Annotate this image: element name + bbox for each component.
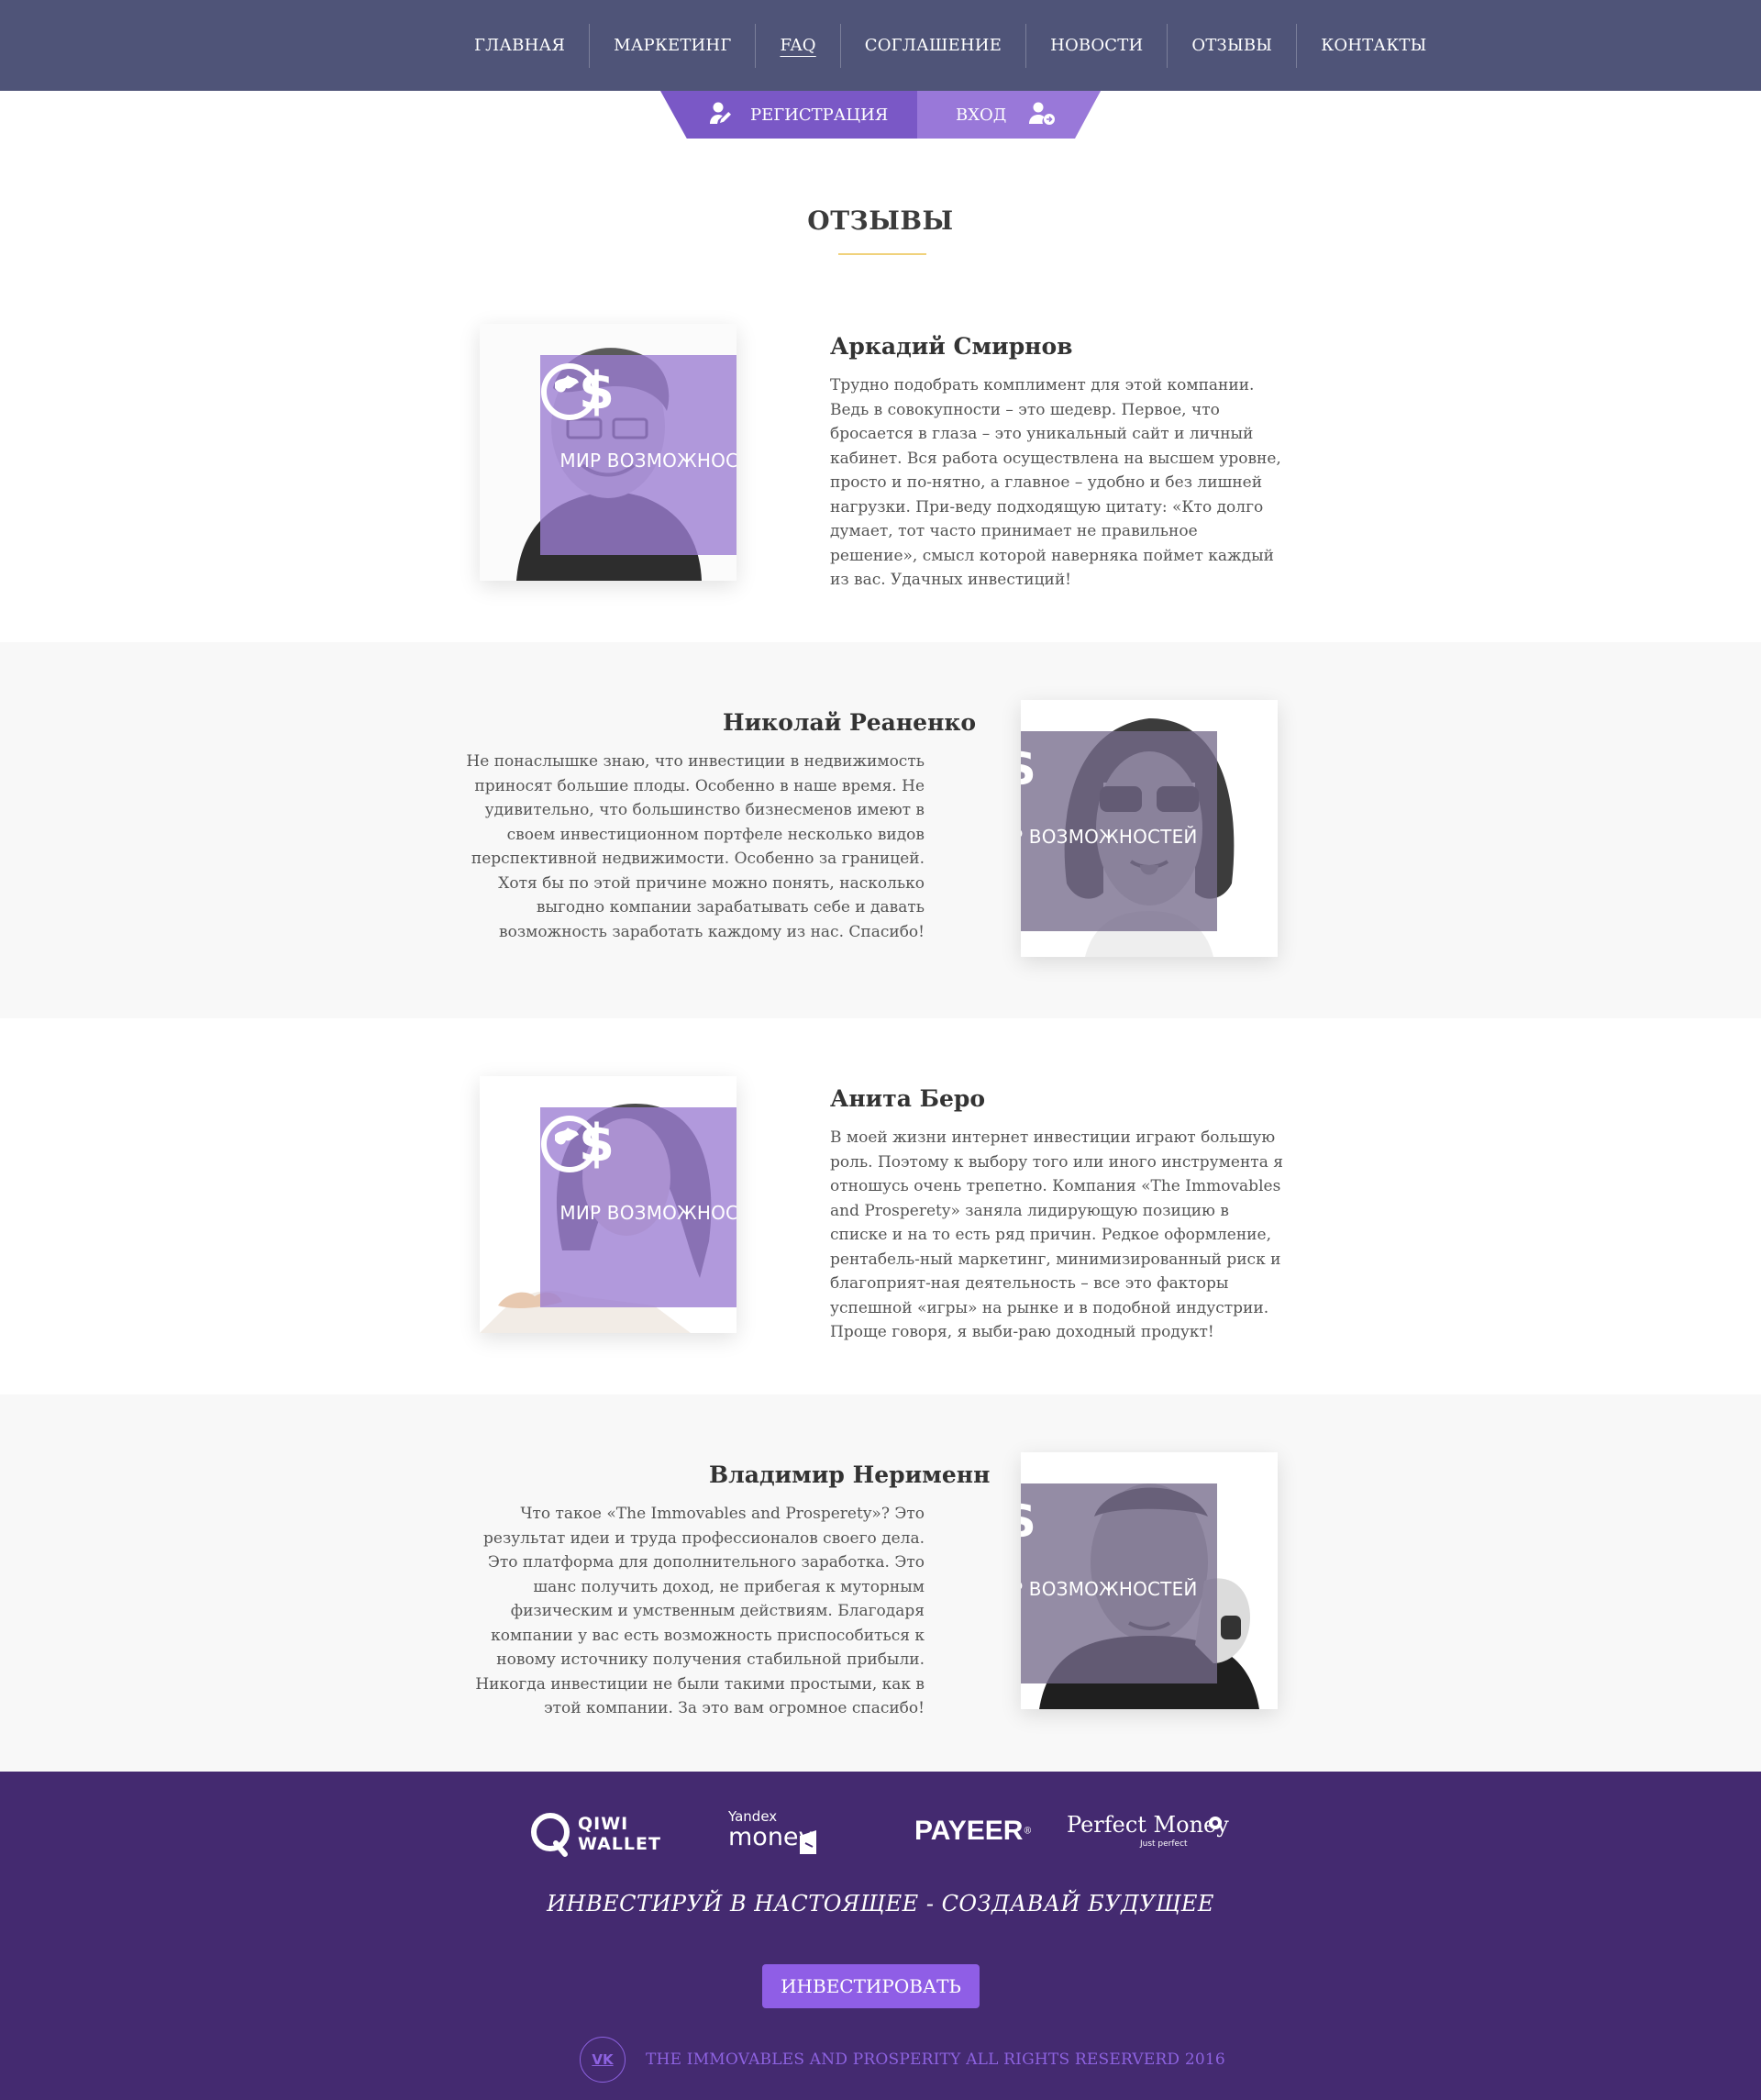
nav-item-faq: FAQ xyxy=(756,0,839,91)
payeer-logo: PAYEER® xyxy=(914,1816,1032,1847)
title-underline xyxy=(838,253,926,255)
payeer-mark: ® xyxy=(1023,1826,1033,1837)
brand-overlay: $ МИР ВОЗМОЖНОСТЕЙ xyxy=(1021,731,1217,931)
brand-overlay: $ МИР ВОЗМОЖНОСТЕЙ xyxy=(540,1107,737,1307)
review-section-3: $ МИР ВОЗМОЖНОСТЕЙ Анита Беро В моей жиз… xyxy=(0,1018,1761,1394)
footer-slogan: ИНВЕСТИРУЙ В НАСТОЯЩЕЕ - СОЗДАВАЙ БУДУЩЕ… xyxy=(547,1891,1214,1917)
nav-item-home: ГЛАВНАЯ xyxy=(450,0,589,91)
nav-link-reviews[interactable]: ОТЗЫВЫ xyxy=(1168,36,1296,55)
brand-overlay: $ МИР ВОЗМОЖНОСТЕЙ xyxy=(540,355,737,555)
review-text: Трудно подобрать комплимент для этой ком… xyxy=(830,376,1281,589)
perfect-money-text: Perfect Money xyxy=(1067,1812,1229,1838)
user-login-icon xyxy=(1028,100,1056,130)
nav-item-agreement: СОГЛАШЕНИЕ xyxy=(841,0,1025,91)
reviewer-name: Николай Реаненко xyxy=(723,709,977,736)
brand-overlay: $ МИР ВОЗМОЖНОСТЕЙ xyxy=(1021,1483,1217,1683)
login-label: ВХОД xyxy=(956,105,1007,125)
brand-overlay-label: МИР ВОЗМОЖНОСТЕЙ xyxy=(1021,826,1198,848)
svg-text:$: $ xyxy=(579,361,612,421)
brand-overlay-label: МИР ВОЗМОЖНОСТЕЙ xyxy=(1021,1578,1198,1600)
top-navigation: ГЛАВНАЯ МАРКЕТИНГ FAQ СОГЛАШЕНИЕ НОВОСТИ… xyxy=(0,0,1761,91)
vk-icon[interactable]: VK xyxy=(580,2037,626,2083)
nav-link-marketing[interactable]: МАРКЕТИНГ xyxy=(590,36,755,55)
review-text: В моей жизни интернет инвестиции играют … xyxy=(830,1128,1283,1341)
reviewer-name: Анита Беро xyxy=(830,1085,986,1112)
perfect-money-logo: Perfect Money Just perfect xyxy=(1067,1812,1232,1849)
footer: QIWI WALLET Yandex money PAYEER® Perfect… xyxy=(0,1772,1761,2100)
nav-item-reviews: ОТЗЫВЫ xyxy=(1168,0,1296,91)
nav-link-news[interactable]: НОВОСТИ xyxy=(1026,36,1167,55)
nav-list: ГЛАВНАЯ МАРКЕТИНГ FAQ СОГЛАШЕНИЕ НОВОСТИ… xyxy=(450,0,1451,91)
payeer-text: PAYEER xyxy=(914,1816,1024,1846)
perfect-money-tagline: Just perfect xyxy=(1140,1839,1188,1849)
review-section-2: $ МИР ВОЗМОЖНОСТЕЙ Николай Реаненко Не п… xyxy=(0,642,1761,1018)
yandex-money-logo: Yandex money xyxy=(728,1808,829,1860)
nav-item-news: НОВОСТИ xyxy=(1026,0,1167,91)
review-text: Не понаслышке знаю, что инвестиции в нед… xyxy=(466,752,925,941)
nav-link-home[interactable]: ГЛАВНАЯ xyxy=(450,36,589,55)
brand-overlay-label: МИР ВОЗМОЖНОСТЕЙ xyxy=(559,450,737,472)
review-photo-3: $ МИР ВОЗМОЖНОСТЕЙ xyxy=(480,1076,737,1333)
svg-text:$: $ xyxy=(579,1114,612,1173)
review-section-4: $ МИР ВОЗМОЖНОСТЕЙ Владимир Нерименн Что… xyxy=(0,1394,1761,1772)
login-button[interactable]: ВХОД xyxy=(956,91,1056,139)
auth-tab: РЕГИСТРАЦИЯ ВХОД xyxy=(660,91,1101,139)
copyright-text: THE IMMOVABLES AND PROSPERITY ALL RIGHTS… xyxy=(646,2050,1225,2069)
perfect-money-badge-icon xyxy=(1208,1816,1223,1834)
review-photo-1: $ МИР ВОЗМОЖНОСТЕЙ xyxy=(480,324,737,581)
page-title: ОТЗЫВЫ xyxy=(807,206,954,236)
register-label: РЕГИСТРАЦИЯ xyxy=(750,105,889,125)
register-button[interactable]: РЕГИСТРАЦИЯ xyxy=(708,91,888,139)
user-edit-icon xyxy=(708,100,734,130)
svg-text:$: $ xyxy=(1021,738,1034,797)
nav-link-faq[interactable]: FAQ xyxy=(756,36,839,55)
nav-item-marketing: МАРКЕТИНГ xyxy=(590,0,755,91)
nav-link-contacts[interactable]: КОНТАКТЫ xyxy=(1297,36,1450,55)
qiwi-line2: WALLET xyxy=(578,1834,661,1854)
nav-item-contacts: КОНТАКТЫ xyxy=(1297,0,1450,91)
footer-copyright-row: VK THE IMMOVABLES AND PROSPERITY ALL RIG… xyxy=(580,2037,1225,2083)
wallet-icon xyxy=(798,1830,820,1858)
reviewer-name: Владимир Нерименн xyxy=(709,1461,991,1488)
nav-link-agreement[interactable]: СОГЛАШЕНИЕ xyxy=(841,36,1025,55)
svg-text:$: $ xyxy=(1021,1490,1034,1550)
reviewer-name: Аркадий Смирнов xyxy=(830,333,1073,360)
review-photo-2: $ МИР ВОЗМОЖНОСТЕЙ xyxy=(1021,700,1278,957)
qiwi-line1: QIWI xyxy=(578,1814,629,1834)
review-text: Что такое «The Immovables and Prosperety… xyxy=(475,1505,925,1717)
review-section-1: $ МИР ВОЗМОЖНОСТЕЙ Аркадий Смирнов Трудн… xyxy=(0,266,1761,642)
review-photo-4: $ МИР ВОЗМОЖНОСТЕЙ xyxy=(1021,1452,1278,1709)
qiwi-wallet-logo: QIWI WALLET xyxy=(530,1808,660,1863)
invest-button[interactable]: ИНВЕСТИРОВАТЬ xyxy=(762,1964,980,2008)
brand-overlay-label: МИР ВОЗМОЖНОСТЕЙ xyxy=(559,1202,737,1224)
